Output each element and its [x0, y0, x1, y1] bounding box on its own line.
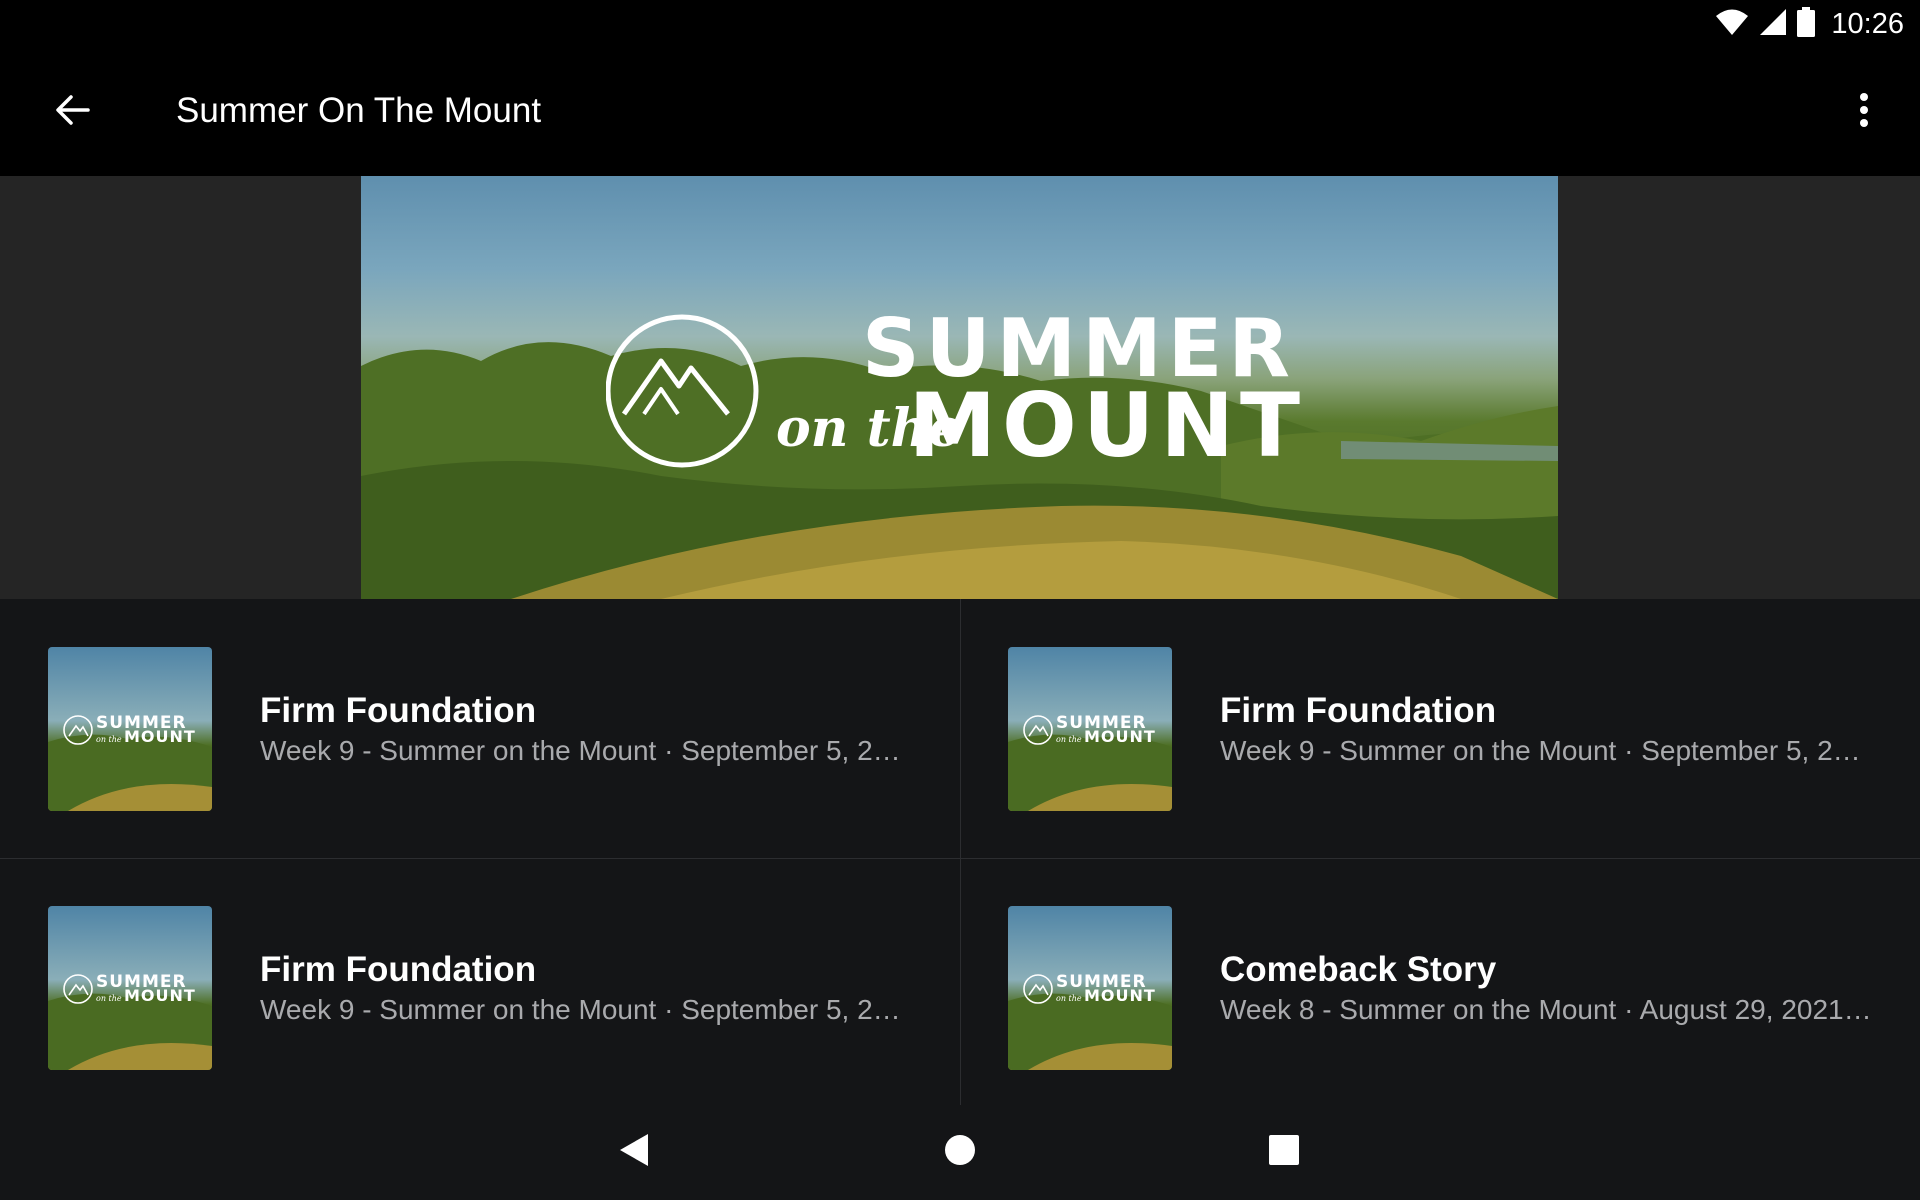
hero-banner-image: SUMMER on the MOUNT [361, 176, 1558, 599]
nav-home-button[interactable] [912, 1105, 1008, 1200]
episode-grid: SUMMER on the MOUNT Firm Foundation Week 9… [0, 599, 1920, 1105]
status-icons: 10:26 [1715, 0, 1904, 48]
episode-thumbnail: SUMMER on the MOUNT [1008, 647, 1172, 811]
battery-icon [1797, 6, 1816, 42]
episode-card[interactable]: SUMMER on the MOUNT Firm Foundation Week 9… [0, 599, 960, 858]
episode-card[interactable]: SUMMER on the MOUNT Comeback Story Week 8 … [960, 859, 1920, 1118]
overflow-menu-button[interactable] [1832, 80, 1896, 144]
episode-subtitle: Week 8 - Summer on the Mount · August 29… [1220, 994, 1872, 1025]
episode-title: Comeback Story [1220, 950, 1497, 989]
episode-title: Firm Foundation [1220, 691, 1497, 730]
system-nav-bar [0, 1105, 1920, 1200]
thumbnail-logo-line2: MOUNT [124, 727, 196, 746]
status-time: 10:26 [1831, 7, 1904, 40]
episode-subtitle: Week 9 - Summer on the Mount · September… [1220, 735, 1872, 766]
back-button[interactable] [40, 80, 104, 144]
nav-recents-icon [1268, 1134, 1300, 1171]
thumbnail-logo-script: on the [1056, 994, 1082, 1003]
series-artwork-thumbnail: SUMMERon the MOUNT [1008, 647, 1172, 811]
episode-card[interactable]: SUMMER on the MOUNT Firm Foundation Week 9… [0, 859, 960, 1118]
thumbnail-logo-line2: MOUNT [1084, 986, 1156, 1005]
more-vert-icon [1858, 92, 1870, 133]
thumbnail-logo-line2: MOUNT [124, 986, 196, 1005]
page-title: Summer On The Mount [176, 91, 542, 130]
nav-back-icon [618, 1132, 650, 1173]
thumbnail-logo-script: on the [96, 994, 122, 1003]
wifi-icon [1715, 8, 1749, 41]
series-artwork-thumbnail: SUMMERon the MOUNT [48, 647, 212, 811]
app-bar: Summer On The Mount [0, 48, 1920, 176]
nav-home-icon [944, 1134, 976, 1171]
hero-band: SUMMER on the MOUNT [0, 176, 1920, 599]
hero-logo-line2: MOUNT [908, 374, 1306, 476]
episode-subtitle: Week 9 - Summer on the Mount · September… [260, 994, 912, 1025]
thumbnail-logo-script: on the [1056, 735, 1082, 744]
arrow-back-icon [54, 92, 90, 133]
series-artwork-thumbnail: SUMMERon the MOUNT [1008, 906, 1172, 1070]
thumbnail-logo-line2: MOUNT [1084, 727, 1156, 746]
episode-card[interactable]: SUMMER on the MOUNT Firm Foundation Week 9… [960, 599, 1920, 858]
episode-thumbnail: SUMMER on the MOUNT [48, 647, 212, 811]
episode-title: Firm Foundation [260, 950, 537, 989]
nav-back-button[interactable] [586, 1105, 682, 1200]
episode-title: Firm Foundation [260, 691, 537, 730]
episode-thumbnail: SUMMER on the MOUNT [1008, 906, 1172, 1070]
nav-recents-button[interactable] [1236, 1105, 1332, 1200]
status-bar: 10:26 [0, 0, 1920, 48]
signal-icon [1759, 8, 1787, 41]
series-artwork-thumbnail: SUMMERon the MOUNT [48, 906, 212, 1070]
episode-subtitle: Week 9 - Summer on the Mount · September… [260, 735, 912, 766]
thumbnail-logo-script: on the [96, 735, 122, 744]
episode-thumbnail: SUMMER on the MOUNT [48, 906, 212, 1070]
summer-on-the-mount-logo: SUMMER on the MOUNT [606, 306, 1306, 476]
